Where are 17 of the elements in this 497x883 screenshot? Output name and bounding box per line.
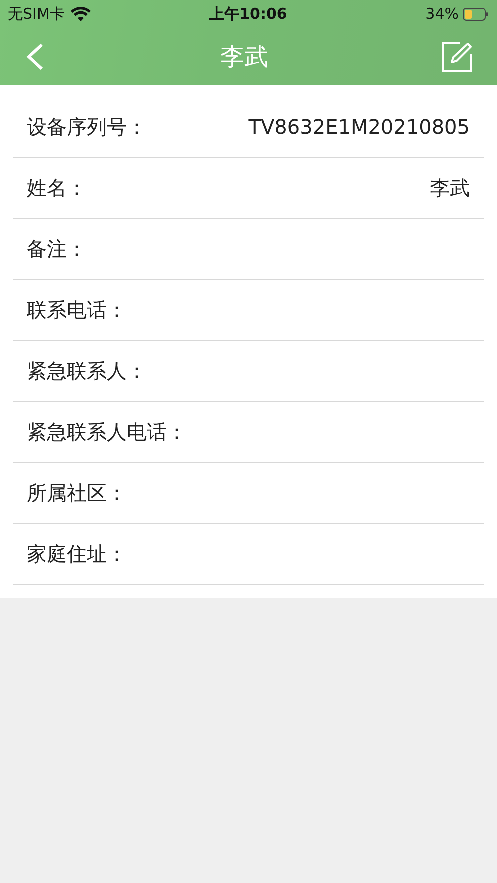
- page-title: 李武: [220, 42, 268, 72]
- edit-button[interactable]: [441, 40, 473, 72]
- field-value: 李武: [430, 174, 470, 202]
- field-label: 所属社区：: [27, 480, 127, 506]
- field-value: TV8632E1M20210805: [248, 115, 470, 139]
- battery-label: 34%: [426, 5, 459, 23]
- carrier-label: 无SIM卡: [8, 4, 65, 24]
- field-label: 家庭住址：: [27, 540, 127, 568]
- battery-icon: [463, 8, 489, 20]
- field-label: 姓名：: [27, 174, 87, 202]
- clock-label: 上午10:06: [210, 4, 288, 22]
- field-label: 设备序列号：: [27, 114, 147, 140]
- field-label: 备注：: [27, 236, 87, 262]
- field-label: 紧急联系人电话：: [27, 418, 187, 446]
- field-label: 联系电话：: [27, 296, 127, 324]
- field-label: 紧急联系人：: [27, 358, 147, 384]
- wifi-icon: [70, 6, 91, 22]
